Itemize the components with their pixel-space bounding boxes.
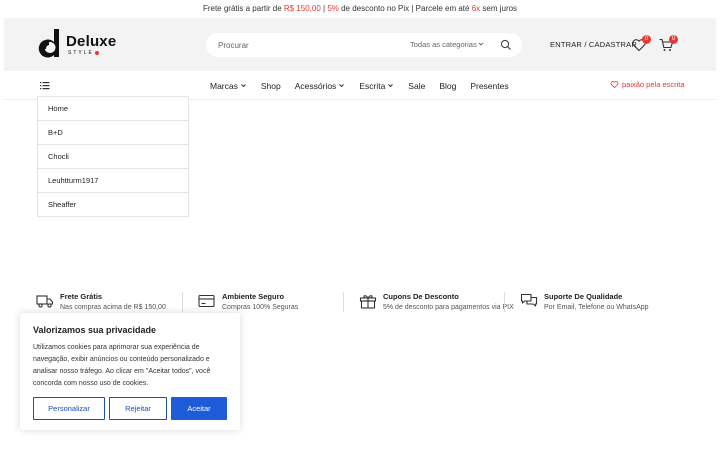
nav-item-acessorios[interactable]: Acessórios [295,81,346,91]
nav-item-blog[interactable]: Blog [439,81,456,91]
feature-title: Frete Grátis [60,292,103,301]
cart-count-badge: 0 [669,35,678,44]
nav-item-marcas[interactable]: Marcas [210,81,247,91]
category-menu-icon[interactable] [40,81,50,90]
announcement-text-4: sem juros [480,4,518,13]
chevron-down-icon [478,42,484,46]
search-icon[interactable] [500,39,512,51]
dropdown-item-sheaffer[interactable]: Sheaffer [38,193,188,217]
dropdown-item-bd[interactable]: B+D [38,121,188,145]
feature-divider [182,292,183,312]
feature-title: Ambiente Seguro [222,292,285,301]
tagline-text: paixão pela escrita [622,80,685,89]
feature-title: Suporte De Qualidade [544,292,623,301]
feature-title: Cupons De Desconto [383,292,459,301]
nav-item-label: Shop [260,80,281,91]
nav-item-label: Presentes [470,80,509,91]
feature-divider [343,292,344,312]
nav-item-label: Sale [408,80,426,91]
card-icon [198,294,215,308]
login-link[interactable]: ENTRAR / CADASTRAR [550,40,637,49]
nav-item-presentes[interactable]: Presentes [470,81,508,91]
nav-item-escrita[interactable]: Escrita [359,81,394,91]
nav-item-label: Escrita [359,80,386,91]
announcement-discount: 5% [327,4,339,13]
search-bar: Todas as categorias [206,33,522,57]
wishlist-count-badge: 0 [642,35,651,44]
announcement-text-3: de desconto no Pix | Parcele em até [338,4,472,13]
announcement-price: R$ 150,00 [283,4,321,13]
logo-mark-icon [38,29,59,58]
logo-sub: STYLE [68,50,94,56]
announcement-installments: 6x [471,4,481,13]
heart-icon [610,81,619,89]
gift-icon [359,295,377,309]
site-logo[interactable]: Deluxe STYLE [38,29,128,61]
dropdown-item-leuchtturm[interactable]: Leuhtturm1917 [38,169,188,193]
nav-links: Marcas Shop Acessórios Escrita Sale Blog… [210,71,523,100]
search-input[interactable] [218,37,398,53]
announcement-text-1: Frete grátis a partir de [202,4,284,13]
site-header: Deluxe STYLE Todas as categorias ENTRAR … [4,18,716,71]
logo-name: Deluxe [66,33,117,50]
feature-divider [504,292,505,312]
nav-item-sale[interactable]: Sale [408,81,425,91]
feature-subtitle: Nas compras acima de R$ 150,00 [60,304,166,311]
chevron-down-icon [339,84,345,88]
reject-button[interactable]: Rejeitar [109,397,167,420]
feature-subtitle: Por Email, Telefone ou WhatsApp [544,304,649,311]
cookie-title: Valorizamos sua privacidade [33,325,157,335]
announcement-bar: Frete grátis a partir de R$ 150,00 | 5% … [0,0,720,18]
accept-button[interactable]: Aceitar [171,397,227,420]
logo-dot [95,51,99,55]
dropdown-item-chocli[interactable]: Chocli [38,145,188,169]
cookie-consent-dialog: Valorizamos sua privacidade Utilizamos c… [20,313,240,430]
tagline-link[interactable]: paixão pela escrita [610,80,685,89]
chevron-down-icon [241,84,246,88]
nav-item-label: Blog [439,80,457,91]
dropdown-item-home[interactable]: Home [38,97,188,121]
nav-item-label: Acessórios [294,80,337,91]
cookie-text: Utilizamos cookies para aprimorar sua ex… [33,344,211,387]
category-select[interactable]: Todas as categorias [410,40,477,49]
category-dropdown: Home B+D Chocli Leuhtturm1917 Sheaffer [37,96,189,217]
nav-item-label: Marcas [210,80,238,91]
truck-icon [36,295,54,308]
nav-item-shop[interactable]: Shop [261,81,281,91]
feature-subtitle: 5% de desconto para pagamentos via PIX [383,304,514,311]
chevron-down-icon [388,84,394,88]
feature-subtitle: Compras 100% Seguras [222,304,299,311]
customize-button[interactable]: Personalizar [33,397,105,420]
chat-icon [520,293,538,307]
